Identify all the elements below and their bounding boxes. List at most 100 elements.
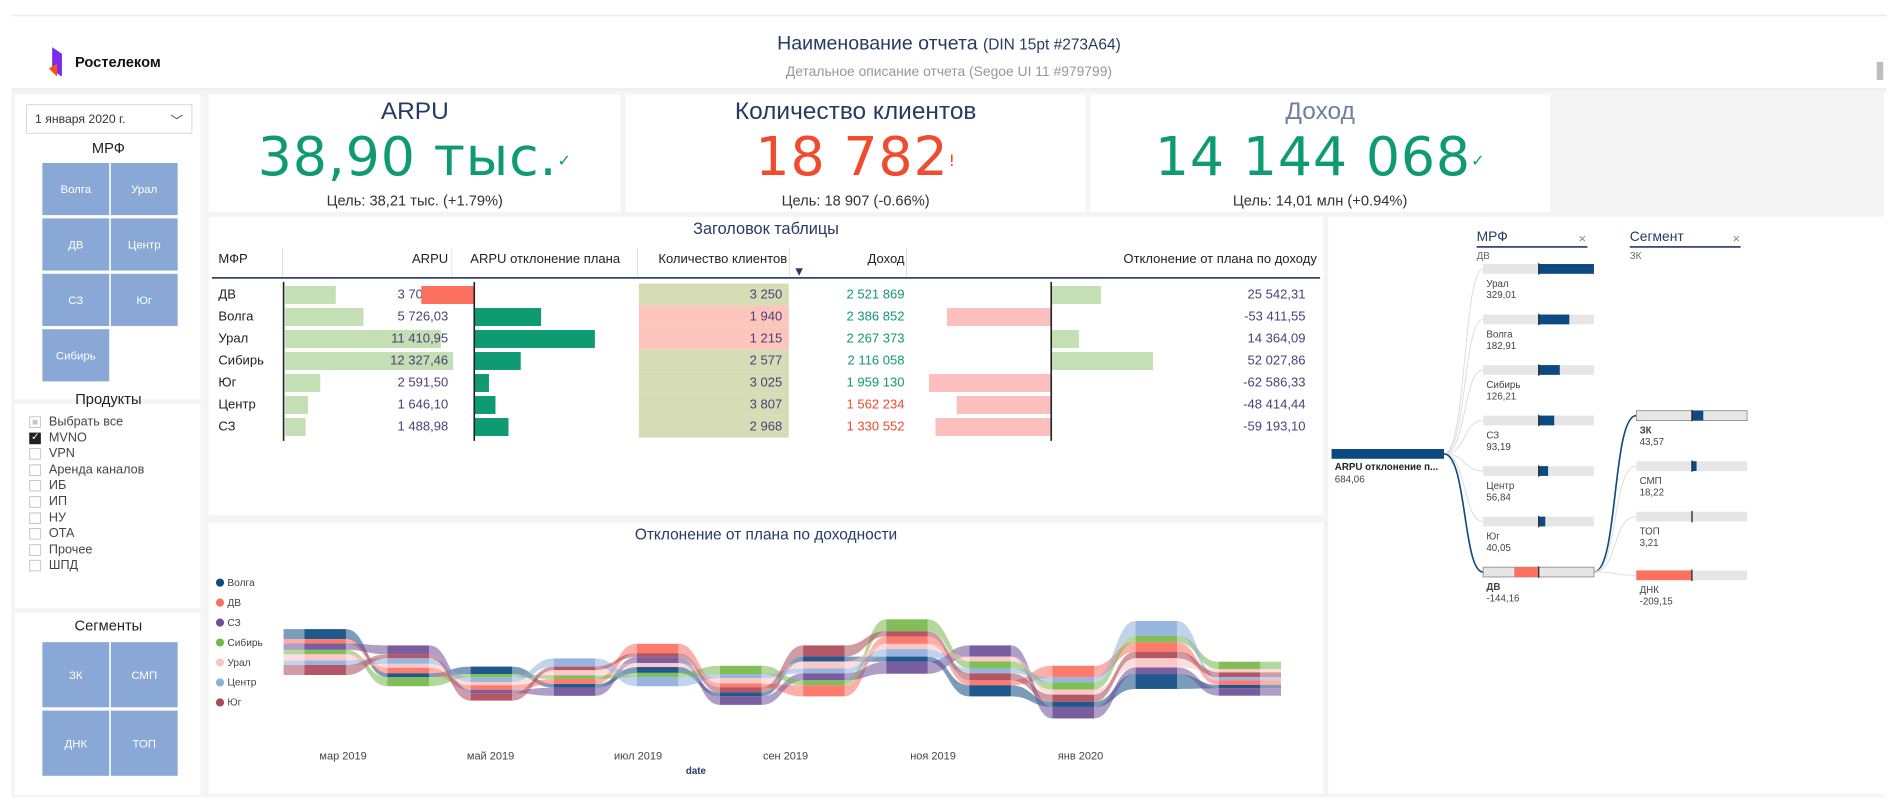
ribbon-segment[interactable] — [553, 666, 596, 671]
product-option[interactable]: Прочее — [29, 542, 92, 558]
ribbon-segment[interactable] — [387, 654, 430, 659]
legend-label[interactable]: Волга — [227, 578, 255, 589]
ribbon-segment[interactable] — [803, 661, 845, 669]
ribbon-segment[interactable] — [553, 658, 596, 667]
checkbox[interactable] — [29, 416, 41, 428]
ribbon-segment[interactable] — [304, 654, 346, 661]
ribbon-segment[interactable] — [636, 676, 679, 687]
segment-tile-2[interactable]: ДНК — [42, 710, 110, 776]
ribbon-segment[interactable] — [1135, 642, 1178, 652]
ribbon-segment[interactable] — [1052, 694, 1095, 702]
ribbon-segment[interactable] — [803, 673, 845, 681]
ribbon-segment[interactable] — [886, 631, 928, 637]
ribbon-segment[interactable] — [636, 643, 679, 654]
ribbon-segment[interactable] — [1218, 684, 1261, 689]
segment-tile-1[interactable]: СМП — [110, 642, 178, 708]
ribbon-segment[interactable] — [1218, 661, 1261, 670]
ribbon-segment[interactable] — [886, 619, 928, 632]
checkbox[interactable] — [29, 464, 41, 476]
ribbon-segment[interactable] — [304, 664, 346, 675]
legend-label[interactable]: СЗ — [227, 618, 240, 629]
ribbon-segment[interactable] — [636, 657, 679, 663]
ribbon-segment[interactable] — [969, 680, 1011, 686]
ribbon-segment[interactable] — [719, 678, 762, 684]
ribbon-segment[interactable] — [387, 658, 430, 664]
checkbox[interactable] — [29, 448, 41, 460]
ribbon-segment[interactable] — [1218, 672, 1261, 678]
ribbon-segment[interactable] — [304, 639, 346, 644]
checkbox[interactable] — [29, 480, 41, 492]
checkbox[interactable] — [29, 430, 41, 444]
ribbon-segment[interactable] — [719, 665, 762, 675]
product-option[interactable]: Выбрать все — [29, 414, 123, 430]
segment-tile-3[interactable]: ТОП — [110, 710, 178, 776]
ribbon-segment[interactable] — [1218, 677, 1261, 681]
product-option[interactable]: ОТА — [29, 526, 74, 542]
mrf-tile-4[interactable]: СЗ — [42, 273, 110, 326]
ribbon-segment[interactable] — [719, 683, 762, 688]
legend-label[interactable]: ДВ — [227, 598, 241, 609]
product-option[interactable]: ИБ — [29, 478, 66, 494]
product-option[interactable]: VPN — [29, 446, 75, 462]
ribbon-segment[interactable] — [1052, 677, 1095, 683]
ribbon-segment[interactable] — [553, 675, 596, 679]
ribbon-segment[interactable] — [470, 666, 513, 675]
ribbon-segment[interactable] — [886, 661, 928, 674]
ribbon-segment[interactable] — [304, 643, 346, 650]
ribbon-segment[interactable] — [969, 685, 1011, 697]
ribbon-segment[interactable] — [886, 649, 928, 657]
ribbon-segment[interactable] — [886, 643, 928, 650]
ribbon-segment[interactable] — [387, 663, 430, 668]
ribbon-segment[interactable] — [803, 645, 845, 657]
ribbon-segment[interactable] — [1135, 635, 1178, 643]
root-node-bar[interactable] — [1331, 449, 1445, 459]
ribbon-segment[interactable] — [1135, 674, 1178, 689]
product-option[interactable]: ИП — [29, 494, 67, 510]
checkbox[interactable] — [29, 528, 41, 540]
ribbon-segment[interactable] — [803, 668, 845, 674]
mrf-tile-6[interactable]: Сибирь — [42, 329, 110, 382]
ribbon-segment[interactable] — [1218, 669, 1261, 673]
ribbon-segment[interactable] — [1135, 620, 1178, 636]
ribbon-segment[interactable] — [304, 660, 346, 665]
column-header-2[interactable]: ARPU отклонение плана — [453, 248, 637, 272]
ribbon-segment[interactable] — [1135, 651, 1178, 659]
ribbon-segment[interactable] — [1052, 689, 1095, 695]
ribbon-segment[interactable] — [470, 693, 513, 701]
ribbon-segment[interactable] — [1135, 667, 1178, 675]
ribbon-segment[interactable] — [969, 661, 1011, 669]
ribbon-segment[interactable] — [470, 685, 513, 690]
ribbon-segment[interactable] — [387, 645, 430, 655]
product-option[interactable]: НУ — [29, 510, 66, 526]
ribbon-segment[interactable] — [1135, 658, 1178, 668]
ribbon-segment[interactable] — [636, 667, 679, 673]
product-option[interactable]: ШПД — [29, 558, 78, 574]
legend-label[interactable]: Центр — [227, 678, 256, 689]
ribbon-segment[interactable] — [969, 645, 1011, 657]
ribbon-segment[interactable] — [719, 674, 762, 679]
mrf-tile-0[interactable]: Волга — [42, 162, 110, 216]
ribbon-segment[interactable] — [886, 636, 928, 644]
ribbon-segment[interactable] — [387, 677, 430, 687]
sort-desc-icon[interactable]: ▼ — [795, 266, 803, 277]
ribbon-segment[interactable] — [886, 656, 928, 662]
ribbon-segment[interactable] — [553, 687, 596, 696]
column-header-0[interactable]: МФР — [218, 248, 283, 272]
checkbox[interactable] — [29, 512, 41, 524]
checkbox[interactable] — [29, 544, 41, 556]
page-scrollbar[interactable] — [1876, 61, 1884, 80]
ribbon-segment[interactable] — [969, 656, 1011, 662]
ribbon-segment[interactable] — [1052, 706, 1095, 719]
mrf-tile-2[interactable]: ДВ — [42, 218, 110, 271]
ribbon-segment[interactable] — [470, 681, 513, 686]
ribbon-segment[interactable] — [719, 687, 762, 693]
checkbox[interactable] — [29, 560, 41, 572]
column-header-1[interactable]: ARPU — [285, 248, 448, 272]
ribbon-segment[interactable] — [1218, 688, 1261, 696]
legend-label[interactable]: Урал — [227, 658, 250, 669]
ribbon-segment[interactable] — [636, 653, 679, 658]
column-header-5[interactable]: Отклонение от плана по доходу — [909, 248, 1316, 272]
ribbon-segment[interactable] — [969, 673, 1011, 681]
ribbon-segment[interactable] — [470, 677, 513, 682]
legend-label[interactable]: Юг — [227, 698, 241, 709]
